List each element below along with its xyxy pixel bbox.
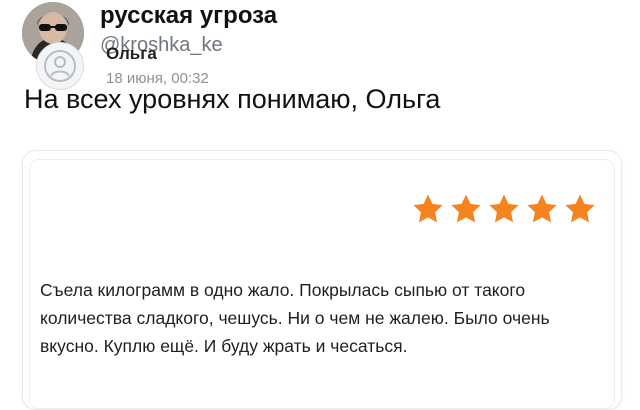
star-icon: [565, 194, 595, 223]
tweet-text: На всех уровнях понимаю, Ольга: [24, 84, 441, 114]
reviewer-name: Ольга: [106, 44, 157, 63]
review-text: Съела килограмм в одно жало. Покрылась с…: [40, 280, 550, 356]
star-icon: [413, 194, 443, 223]
star-icon: [527, 194, 557, 223]
user-icon: [36, 42, 84, 90]
rating-stars: [410, 192, 598, 226]
review-date: 18 июня, 00:32: [106, 70, 209, 87]
star-icon: [489, 194, 519, 223]
star-icon: [451, 194, 481, 223]
author-display-name[interactable]: русская угроза: [100, 2, 277, 30]
